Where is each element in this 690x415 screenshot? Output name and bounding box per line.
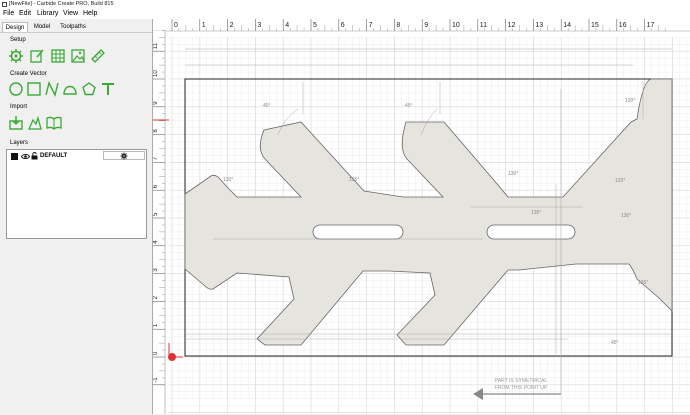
design-canvas[interactable]: PART IS SYMETRICAL FROM THIS POINT UP 45…	[152, 19, 690, 414]
library-book-icon[interactable]	[46, 115, 62, 131]
layer-name: DEFAULT	[40, 153, 68, 159]
polygon-icon[interactable]	[81, 81, 97, 97]
angle-label: 45°	[611, 340, 619, 346]
menu-view[interactable]: View	[63, 9, 78, 19]
ruler-top-label: 9	[424, 22, 428, 29]
window-title: [NewFile] - Carbide Create PRO, Build 81…	[9, 1, 114, 7]
ruler-top-label: 7	[369, 22, 373, 29]
ruler-top-label: 10	[452, 22, 460, 29]
layer-row-default[interactable]: DEFAULT	[7, 151, 146, 161]
ruler-left-label: 11	[153, 42, 159, 49]
edit-icon[interactable]	[29, 48, 45, 64]
ruler-top-label: 1	[202, 22, 206, 29]
origin-icon	[168, 353, 176, 361]
ruler-top-label: 8	[396, 22, 400, 29]
part-shape	[184, 78, 673, 346]
title-bar: [NewFile] - Carbide Create PRO, Build 81…	[0, 0, 690, 9]
section-setup: Setup	[10, 37, 26, 43]
angle-label: 45°	[263, 103, 271, 109]
app-icon	[2, 2, 7, 7]
ruler-top-label: 11	[480, 22, 487, 29]
angle-label: 130°	[621, 213, 631, 219]
canvas-drawing[interactable]: PART IS SYMETRICAL FROM THIS POINT UP 45…	[153, 19, 690, 414]
grid-table-icon[interactable]	[50, 48, 66, 64]
ruler-top-label: 3	[257, 22, 261, 29]
angle-label: 135°	[349, 177, 359, 183]
menu-library[interactable]: Library	[37, 9, 58, 19]
ruler-top-label: 0	[174, 22, 178, 29]
ruler-top-label: 4	[285, 22, 289, 29]
angle-label: 45°	[405, 103, 413, 109]
menu-file[interactable]: File	[3, 9, 14, 19]
angle-label: 135°	[638, 280, 648, 286]
angle-label: 135°	[531, 210, 541, 216]
ruler-left-label: 10	[153, 70, 159, 77]
layers-list: DEFAULT	[6, 149, 147, 239]
text-icon[interactable]	[100, 81, 116, 97]
symmetry-note-line1: PART IS SYMETRICAL	[495, 378, 547, 384]
design-panel: Setup Create Vector Import Layers DEFAUL…	[0, 32, 152, 415]
eye-icon[interactable]	[21, 153, 30, 160]
angle-label: 120°	[625, 98, 635, 104]
ruler-left: 11109876543210-1	[153, 30, 166, 414]
ruler-top-label: 14	[563, 22, 571, 29]
circle-icon[interactable]	[8, 81, 24, 97]
ruler-top-label: 13	[535, 22, 543, 29]
ruler-top-label: 6	[341, 22, 345, 29]
layer-color-swatch[interactable]	[11, 153, 18, 160]
slot-right	[486, 224, 576, 240]
lock-icon[interactable]	[31, 152, 38, 160]
ruler-top-label: 15	[591, 22, 599, 29]
tab-design[interactable]: Design	[2, 22, 28, 32]
left-panel: Design Model Toolpaths Setup Create Vect…	[0, 19, 152, 415]
ruler-top: 0 1 2 3 4 5 6 7 8 9 10 11 12 13 14 15 16 17	[153, 19, 690, 32]
menu-help[interactable]: Help	[83, 9, 97, 19]
section-create-vector: Create Vector	[10, 71, 47, 77]
ruler-top-label: 17	[647, 22, 655, 29]
section-layers: Layers	[10, 140, 29, 146]
ruler-top-label: 5	[313, 22, 317, 29]
import-image-icon[interactable]	[27, 115, 43, 131]
menu-bar: File Edit Library View Help	[0, 9, 690, 19]
import-icon[interactable]	[8, 115, 24, 131]
polyline-icon[interactable]	[44, 81, 60, 97]
curve-shape-icon[interactable]	[62, 81, 78, 97]
gear-icon	[120, 152, 128, 160]
symmetry-note-line2: FROM THIS POINT UP	[495, 385, 548, 391]
job-setup-gear-icon[interactable]	[8, 48, 24, 64]
rectangle-icon[interactable]	[26, 81, 42, 97]
ruler-top-label: 12	[508, 22, 516, 29]
angle-label: 130°	[508, 171, 518, 177]
panel-tabs: Design Model Toolpaths	[0, 22, 152, 32]
angle-label: 120°	[615, 178, 625, 184]
tab-toolpaths[interactable]: Toolpaths	[57, 22, 89, 32]
layer-settings-button[interactable]	[103, 151, 145, 160]
section-import: Import	[10, 104, 28, 110]
image-icon[interactable]	[70, 48, 86, 64]
tab-model[interactable]: Model	[29, 22, 55, 32]
ruler-icon[interactable]	[90, 48, 106, 64]
menu-edit[interactable]: Edit	[19, 9, 31, 19]
ruler-top-label: 2	[230, 22, 234, 29]
ruler-left-label: -1	[153, 377, 159, 383]
angle-label: 130°	[223, 177, 233, 183]
ruler-top-label: 16	[619, 22, 627, 29]
slot-left	[312, 224, 404, 240]
